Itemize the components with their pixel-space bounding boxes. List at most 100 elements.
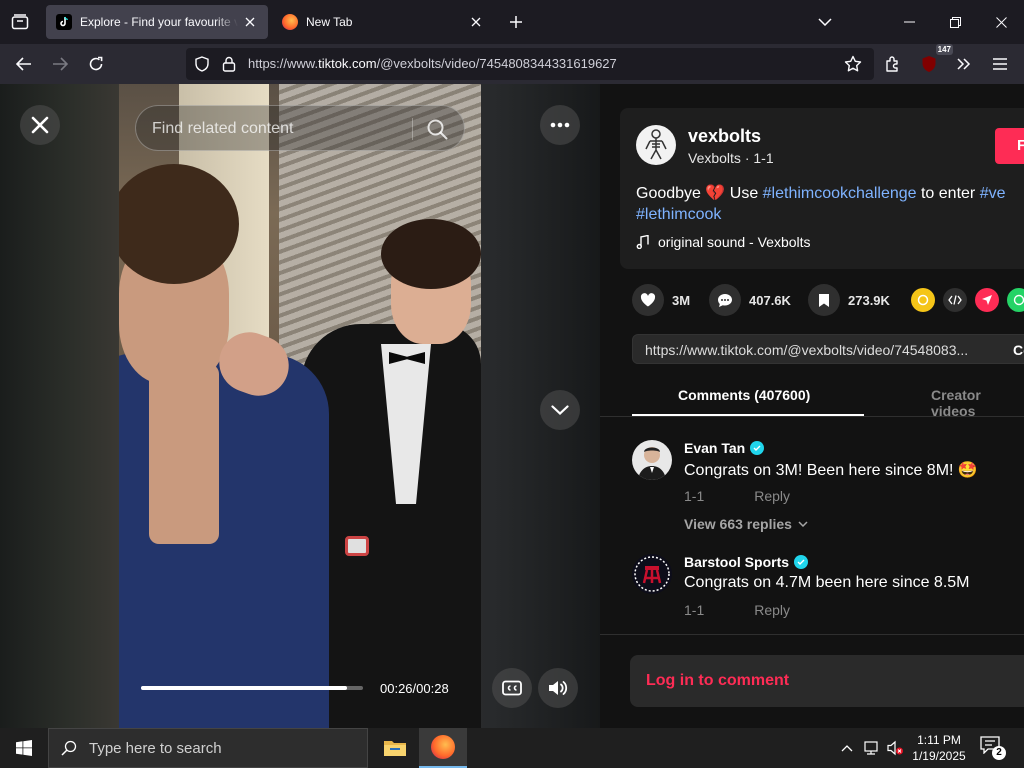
folder-icon: [384, 741, 406, 756]
url-host: tiktok.com: [318, 56, 377, 71]
post-caption: Goodbye 💔 Use #lethimcookchallenge to en…: [636, 183, 1024, 225]
avatar[interactable]: [632, 440, 672, 480]
captions-button[interactable]: [492, 668, 532, 708]
video-time: 00:26/00:28: [380, 681, 449, 696]
post-date: 1-1: [753, 150, 774, 166]
ublock-extension-icon[interactable]: 147: [915, 44, 953, 78]
reload-icon[interactable]: [82, 50, 110, 78]
login-to-comment-button[interactable]: Log in to comment: [630, 655, 1024, 707]
closed-captions-icon: [502, 680, 522, 696]
hashtag-link[interactable]: #lethimcook: [636, 206, 721, 223]
windows-logo-icon: [16, 740, 32, 756]
caption-text: Goodbye: [636, 185, 706, 202]
volume-button[interactable]: [538, 668, 578, 708]
sound-link[interactable]: original sound - Vexbolts: [636, 234, 811, 250]
active-tab-underline: [632, 414, 864, 416]
avatar[interactable]: [632, 554, 672, 594]
comment-bubble-icon: [709, 284, 741, 316]
reply-button[interactable]: Reply: [754, 602, 790, 618]
comment-action[interactable]: 407.6K: [709, 284, 791, 316]
clock-time: 1:11 PM: [917, 733, 961, 747]
sound-name: original sound - Vexbolts: [658, 234, 811, 250]
volume-muted-icon[interactable]: [885, 738, 905, 758]
commenter-name[interactable]: Evan Tan: [684, 440, 765, 456]
address-bar[interactable]: https://www.tiktok.com/@vexbolts/video/7…: [186, 48, 874, 80]
more-options-button[interactable]: [540, 105, 580, 145]
taskbar-clock[interactable]: 1:11 PM 1/19/2025: [906, 732, 972, 764]
video-progress-bar[interactable]: [141, 686, 363, 690]
extensions-puzzle-icon[interactable]: [879, 50, 907, 78]
tracking-shield-icon[interactable]: [194, 56, 210, 77]
file-explorer-taskbar-button[interactable]: [371, 728, 419, 768]
comment-meta: 1-1 Reply: [684, 488, 790, 504]
comment-text: Congrats on 3M! Been here since 8M! 🤩: [684, 462, 978, 479]
hashtag-link[interactable]: #lethimcookchallenge: [763, 185, 917, 202]
tab-tiktok-explore[interactable]: Explore - Find your favourite vid: [46, 5, 268, 39]
forward-arrow-icon[interactable]: [46, 50, 74, 78]
hashtag-link[interactable]: #ve: [980, 185, 1006, 202]
comment-login-bar: Log in to comment: [600, 634, 1024, 728]
start-button[interactable]: [0, 728, 48, 768]
caption-text: to enter: [916, 185, 980, 202]
navigation-toolbar: https://www.tiktok.com/@vexbolts/video/7…: [0, 44, 1024, 84]
related-search-input[interactable]: Find related content: [135, 105, 465, 151]
tab-creator-videos[interactable]: Creator videos: [931, 387, 1024, 419]
broken-heart-emoji: 💔: [705, 185, 726, 202]
coin-share-icon[interactable]: [911, 288, 935, 312]
embed-code-icon[interactable]: [943, 288, 967, 312]
share-link-text[interactable]: https://www.tiktok.com/@vexbolts/video/7…: [645, 342, 968, 358]
author-avatar[interactable]: [636, 125, 676, 165]
overflow-chevrons-icon[interactable]: [950, 50, 978, 78]
save-action[interactable]: 273.9K: [808, 284, 890, 316]
minimize-icon[interactable]: [886, 0, 932, 44]
firefox-icon: [282, 14, 298, 30]
next-video-button[interactable]: [540, 390, 580, 430]
author-username[interactable]: vexbolts: [688, 126, 761, 147]
search-icon: [61, 740, 77, 756]
commenter-name-text: Barstool Sports: [684, 554, 790, 570]
list-all-tabs-chevron-icon[interactable]: [802, 0, 848, 44]
tab-manager-icon[interactable]: [6, 8, 34, 36]
barstool-logo-icon: [634, 556, 670, 592]
chevron-down-icon: [798, 521, 808, 527]
url-text[interactable]: https://www.tiktok.com/@vexbolts/video/7…: [248, 56, 617, 71]
copy-link-button[interactable]: Co: [1013, 342, 1024, 358]
verified-badge-icon: [750, 441, 765, 455]
close-tab-icon[interactable]: [468, 14, 484, 30]
browser-tab-strip: Explore - Find your favourite vid New Ta…: [0, 0, 1024, 44]
taskbar-search-placeholder: Type here to search: [89, 739, 222, 757]
lock-icon[interactable]: [222, 56, 236, 77]
commenter-name-text: Evan Tan: [684, 440, 746, 456]
hamburger-menu-icon[interactable]: [986, 50, 1014, 78]
new-tab-button[interactable]: [502, 8, 530, 36]
tab-new-tab[interactable]: New Tab: [272, 5, 494, 39]
whatsapp-icon[interactable]: [1007, 288, 1024, 312]
view-replies-button[interactable]: View 663 replies: [684, 516, 808, 532]
restore-icon[interactable]: [932, 0, 978, 44]
post-info-card: vexbolts Vexbolts · 1-1 F Goodbye 💔 Use …: [620, 108, 1024, 269]
reply-button[interactable]: Reply: [754, 488, 790, 504]
search-icon[interactable]: [426, 118, 448, 140]
network-icon[interactable]: [861, 738, 881, 758]
user-photo-icon: [638, 447, 666, 480]
tab-title: New Tab: [306, 15, 353, 29]
tab-comments[interactable]: Comments (407600): [678, 387, 810, 403]
show-hidden-icons-chevron-icon[interactable]: [837, 738, 857, 758]
follow-button[interactable]: F: [995, 128, 1024, 164]
comment-count: 407.6K: [749, 292, 791, 308]
url-path: /@vexbolts/video/7454808344331619627: [376, 56, 617, 71]
share-link-box: https://www.tiktok.com/@vexbolts/video/7…: [632, 334, 1024, 364]
window-close-icon[interactable]: [978, 0, 1024, 44]
firefox-taskbar-button[interactable]: [419, 728, 467, 768]
like-count: 3M: [672, 292, 691, 308]
bookmark-star-icon[interactable]: [839, 50, 867, 78]
action-center-button[interactable]: 2: [980, 736, 1006, 760]
video-frame[interactable]: [119, 84, 481, 728]
taskbar-search-box[interactable]: Type here to search: [48, 728, 368, 768]
back-arrow-icon[interactable]: [10, 50, 38, 78]
commenter-name[interactable]: Barstool Sports: [684, 554, 809, 570]
close-tab-icon[interactable]: [242, 14, 258, 30]
like-action[interactable]: 3M: [632, 284, 690, 316]
send-to-friends-icon[interactable]: [975, 288, 999, 312]
close-video-button[interactable]: [20, 105, 60, 145]
